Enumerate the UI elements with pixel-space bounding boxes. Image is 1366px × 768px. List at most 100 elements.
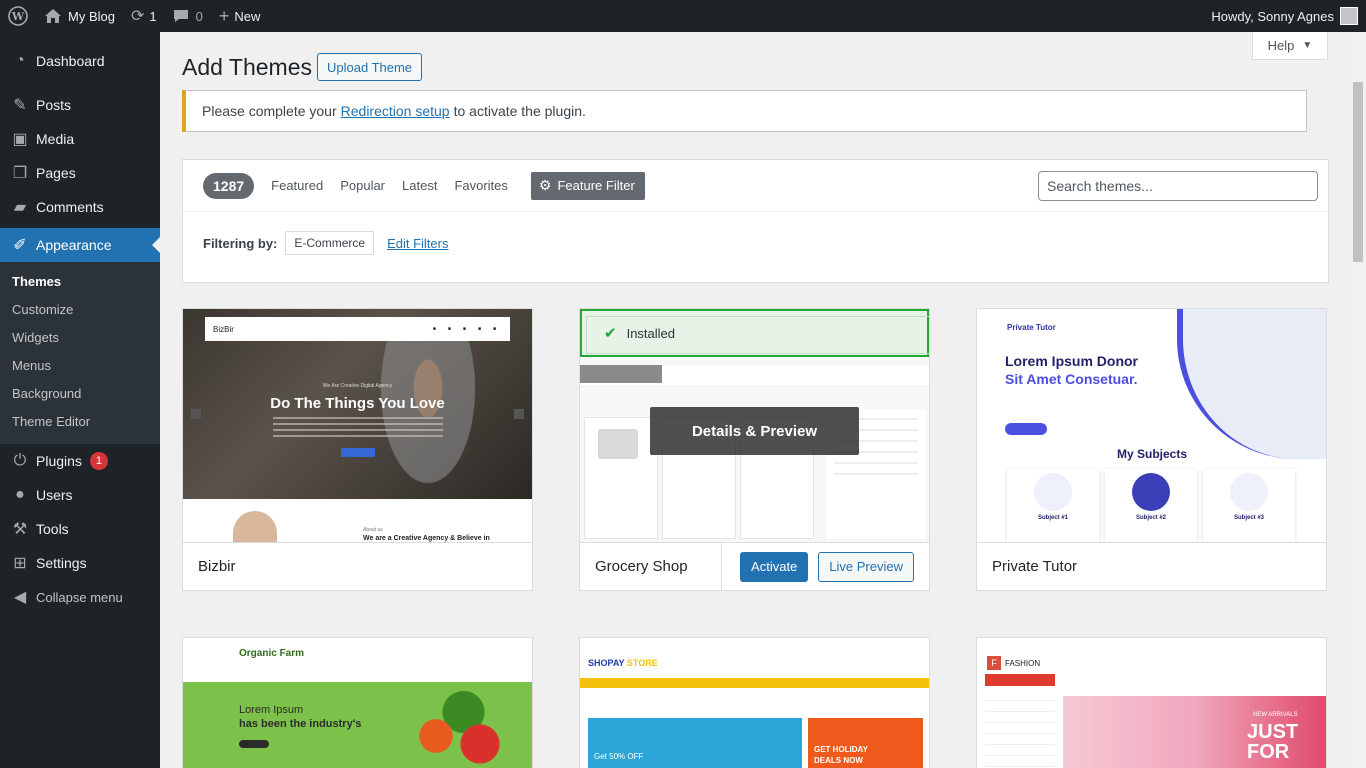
updates-link[interactable]: ⟳ 1 bbox=[123, 0, 165, 32]
main-content: Help ▼ Add Themes Upload Theme Please co… bbox=[160, 32, 1366, 768]
tab-latest[interactable]: Latest bbox=[402, 178, 437, 193]
comment-bubble-icon bbox=[173, 10, 188, 22]
screenshot-headline: JUST FOR bbox=[1247, 722, 1298, 762]
comments-link[interactable]: 0 bbox=[165, 0, 211, 32]
theme-screenshot[interactable]: ✔ Installed Details & Preview bbox=[580, 309, 929, 542]
brush-icon: ✐ bbox=[13, 237, 27, 254]
checkmark-icon: ✔ bbox=[604, 325, 617, 342]
upload-theme-button[interactable]: Upload Theme bbox=[317, 53, 423, 81]
screenshot-logo: F FASHION bbox=[987, 656, 1040, 670]
theme-card-shopay-store[interactable]: SHOPAY STORE Get 50% OFF GET HOLIDAY DEA… bbox=[579, 637, 930, 768]
theme-card-private-tutor[interactable]: Private Tutor Lorem Ipsum Donor Sit Amet… bbox=[976, 308, 1327, 591]
sidebar-item-label: Posts bbox=[36, 97, 72, 113]
sidebar-item-appearance[interactable]: ✐ Appearance bbox=[0, 228, 160, 262]
notice-prefix: Please complete your bbox=[202, 103, 337, 119]
wordpress-logo-icon[interactable]: W bbox=[0, 0, 36, 32]
screenshot-logo: Private Tutor bbox=[1007, 323, 1056, 332]
sidebar-item-posts[interactable]: ✎ Posts bbox=[0, 88, 160, 122]
plug-icon: ⏻ bbox=[13, 452, 27, 469]
collapse-icon: ◀ bbox=[13, 589, 27, 606]
plus-icon: + bbox=[218, 5, 230, 26]
collapse-menu-button[interactable]: ◀ Collapse menu bbox=[0, 580, 160, 614]
theme-name: Bizbir bbox=[198, 558, 236, 575]
sidebar-item-media[interactable]: ▣ Media bbox=[0, 122, 160, 156]
sidebar-item-tools[interactable]: ⚒ Tools bbox=[0, 512, 160, 546]
screenshot-nav: BizBir ■ ■ ■ ■ ■ bbox=[205, 317, 510, 341]
scrollbar-thumb[interactable] bbox=[1353, 82, 1363, 262]
screenshot-agency: We are a Creative Agency & Believe in bbox=[363, 535, 490, 542]
screenshot-headline: Lorem Ipsum Donor bbox=[1005, 353, 1139, 369]
submenu-background[interactable]: Background bbox=[0, 380, 160, 408]
svg-text:W: W bbox=[11, 10, 25, 23]
sidebar-item-label: Collapse menu bbox=[36, 589, 123, 605]
installed-notice: ✔ Installed bbox=[580, 309, 929, 357]
sidebar-item-label: Pages bbox=[36, 165, 76, 181]
theme-card-bizbir[interactable]: BizBir ■ ■ ■ ■ ■ We Are Creative Digital Age… bbox=[182, 308, 533, 591]
theme-screenshot[interactable]: SHOPAY STORE Get 50% OFF GET HOLIDAY DEA… bbox=[580, 638, 929, 768]
feature-filter-label: Feature Filter bbox=[557, 178, 635, 193]
submenu-themes[interactable]: Themes bbox=[0, 268, 160, 296]
subject-label: Subject #1 bbox=[1037, 515, 1068, 521]
live-preview-button[interactable]: Live Preview bbox=[818, 551, 914, 582]
subject-label: Subject #2 bbox=[1135, 515, 1166, 521]
details-preview-button[interactable]: Details & Preview bbox=[650, 407, 859, 455]
just-text: JUST bbox=[1247, 721, 1299, 743]
tab-popular[interactable]: Popular bbox=[340, 178, 385, 193]
theme-screenshot[interactable]: Organic Farm Lorem Ipsum has been the in… bbox=[183, 638, 532, 768]
theme-screenshot[interactable]: BizBir ■ ■ ■ ■ ■ We Are Creative Digital Age… bbox=[183, 309, 532, 542]
sidebar-item-label: Users bbox=[36, 487, 73, 503]
theme-count-badge: 1287 bbox=[203, 172, 255, 199]
sidebar-item-pages[interactable]: ❐ Pages bbox=[0, 156, 160, 190]
activate-button[interactable]: Activate bbox=[740, 551, 809, 582]
sidebar-item-dashboard[interactable]: ◔ Dashboard bbox=[0, 44, 160, 78]
search-themes-input[interactable] bbox=[1038, 170, 1318, 201]
theme-card-fashion[interactable]: F FASHION NEW ARRIVALS JUST FOR bbox=[976, 637, 1327, 768]
submenu-theme-editor[interactable]: Theme Editor bbox=[0, 408, 160, 436]
tab-favorites[interactable]: Favorites bbox=[454, 178, 507, 193]
help-label: Help bbox=[1267, 38, 1295, 53]
edit-filters-link[interactable]: Edit Filters bbox=[387, 236, 448, 251]
help-tab-button[interactable]: Help ▼ bbox=[1252, 32, 1328, 60]
avatar bbox=[1340, 7, 1358, 25]
redirection-setup-link[interactable]: Redirection setup bbox=[341, 103, 450, 119]
tab-featured[interactable]: Featured bbox=[271, 178, 323, 193]
submenu-widgets[interactable]: Widgets bbox=[0, 324, 160, 352]
pin-icon: ✎ bbox=[13, 97, 27, 114]
page-title: Add Themes bbox=[182, 54, 312, 80]
new-content-link[interactable]: + New bbox=[211, 0, 269, 32]
screenshot-promo: GET HOLIDAY DEALS NOW bbox=[814, 745, 868, 765]
for-text: FOR bbox=[1247, 741, 1290, 763]
media-icon: ▣ bbox=[12, 131, 28, 148]
screenshot-promo: Get 50% OFF bbox=[594, 752, 644, 761]
screenshot-promo: NEW ARRIVALS bbox=[1253, 712, 1298, 718]
screenshot-logo: Organic Farm bbox=[239, 648, 305, 659]
sidebar-item-users[interactable]: ● Users bbox=[0, 478, 160, 512]
theme-screenshot[interactable]: Private Tutor Lorem Ipsum Donor Sit Amet… bbox=[977, 309, 1326, 542]
wrench-icon: ⚒ bbox=[12, 521, 28, 538]
feature-filter-button[interactable]: ⚙ Feature Filter bbox=[530, 171, 645, 200]
sidebar-item-settings[interactable]: ⊞ Settings bbox=[0, 546, 160, 580]
site-name-link[interactable]: My Blog bbox=[36, 0, 123, 32]
theme-card-grocery-shop[interactable]: ✔ Installed Details & Preview Grocery Sh… bbox=[579, 308, 930, 591]
submenu-customize[interactable]: Customize bbox=[0, 296, 160, 324]
sidebar-item-label: Appearance bbox=[36, 237, 112, 253]
theme-name: Private Tutor bbox=[992, 558, 1078, 575]
sidebar-item-label: Tools bbox=[36, 521, 69, 537]
my-account-link[interactable]: Howdy, Sonny Agnes bbox=[1203, 0, 1366, 32]
theme-screenshot[interactable]: F FASHION NEW ARRIVALS JUST FOR bbox=[977, 638, 1326, 768]
user-icon: ● bbox=[15, 486, 25, 503]
theme-filter-bar: 1287 Featured Popular Latest Favorites ⚙… bbox=[182, 159, 1329, 283]
page-scrollbar[interactable] bbox=[1349, 32, 1366, 768]
sidebar-item-plugins[interactable]: ⏻ Plugins 1 bbox=[0, 444, 160, 478]
screenshot-headline: Do The Things You Love bbox=[270, 395, 445, 412]
submenu-menus[interactable]: Menus bbox=[0, 352, 160, 380]
filter-tag: E-Commerce bbox=[285, 231, 375, 255]
sidebar-item-comments[interactable]: ▰ Comments bbox=[0, 190, 160, 224]
logo-part-b: STORE bbox=[626, 658, 658, 668]
site-name: My Blog bbox=[68, 8, 115, 24]
sidebar-item-label: Comments bbox=[36, 199, 104, 215]
theme-name: Grocery Shop bbox=[595, 558, 688, 575]
sidebar-item-label: Dashboard bbox=[36, 53, 105, 69]
sidebar-item-label: Settings bbox=[36, 555, 87, 571]
theme-card-organic-farm[interactable]: Organic Farm Lorem Ipsum has been the in… bbox=[182, 637, 533, 768]
